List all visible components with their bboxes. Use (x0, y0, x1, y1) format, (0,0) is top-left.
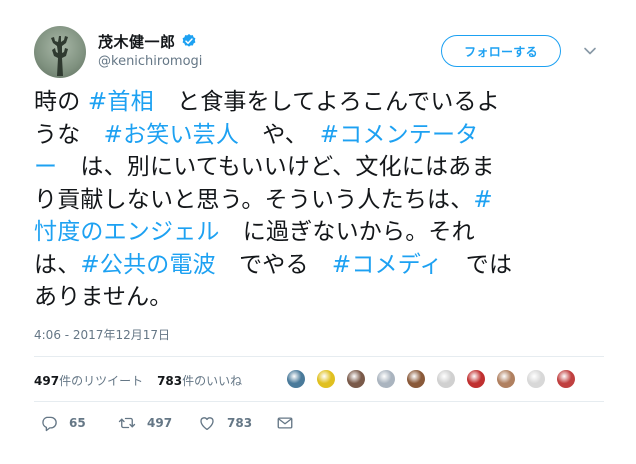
liker-avatar[interactable] (496, 369, 516, 389)
retweet-count: 497 (147, 416, 173, 430)
display-name[interactable]: 茂木健一郎 (98, 31, 176, 52)
tweet-text-line: ー は、別にいてもいいけど、文化にはあま (34, 151, 604, 184)
retweets-stat-label: 件のリツイート (59, 374, 144, 388)
tweet-text-segment: ありません。 (34, 284, 173, 310)
tweet-text-segment: り貢献しないと思う。そういう人たちは、 (34, 186, 474, 213)
direct-message-button[interactable] (276, 414, 294, 432)
heart-icon (200, 417, 214, 431)
tweet-text-segment: うな (34, 121, 104, 148)
retweet-button[interactable]: 497 (118, 414, 198, 432)
liker-avatar[interactable] (376, 369, 396, 389)
hashtag-link[interactable]: #公共の電波 (80, 252, 215, 278)
liker-avatar[interactable] (436, 369, 456, 389)
like-count: 783 (227, 416, 253, 430)
liker-avatars (286, 369, 586, 389)
retweets-stat-count: 497 (34, 374, 60, 388)
divider-top (34, 356, 604, 357)
tweet-text-line: ありません。 (34, 281, 604, 314)
liker-avatar[interactable] (346, 369, 366, 389)
like-button[interactable]: 783 (198, 414, 276, 432)
user-handle[interactable]: @kenichiromogi (98, 54, 202, 69)
tweet-text-line: り貢献しないと思う。そういう人たちは、# (34, 184, 604, 217)
name-row: 茂木健一郎 (98, 31, 197, 51)
tweet-text-segment: と食事をしてよろこんでいるよ (153, 89, 500, 115)
retweet-icon (118, 417, 136, 429)
liker-avatar[interactable] (406, 369, 426, 389)
liker-avatar[interactable] (526, 369, 546, 389)
hashtag-link[interactable]: 忖度のエンジェル (34, 219, 220, 245)
tweet-text-segment: に過ぎないから。それ (219, 219, 475, 245)
tweet-text-segment: は、 (34, 251, 81, 278)
tweet-text-segment: や、 (239, 121, 320, 148)
retweets-stat[interactable]: 497件のリツイート (34, 372, 143, 389)
likes-stat-label: 件のいいね (182, 374, 243, 388)
tweet-timestamp[interactable]: 4:06 - 2017年12月17日 (34, 326, 170, 343)
hashtag-link[interactable]: #コメディ (332, 252, 443, 278)
likes-stat-count: 783 (157, 374, 183, 388)
hashtag-link[interactable]: #お笑い芸人 (104, 122, 239, 148)
tweet-text-segment: 時の (34, 89, 88, 115)
hashtag-link[interactable]: #コメンテータ (320, 122, 479, 148)
liker-avatar[interactable] (316, 369, 336, 389)
tweet-text-segment: は、別にいてもいいけど、文化にはあま (57, 154, 495, 180)
reply-icon (42, 416, 57, 432)
liker-avatar[interactable] (556, 369, 576, 389)
user-avatar[interactable] (34, 26, 86, 78)
hashtag-link[interactable]: ー (34, 154, 57, 180)
tweet-text-line: 時の #首相 と食事をしてよろこんでいるよ (34, 86, 604, 119)
tweet-text-segment: でやる (215, 251, 332, 278)
tweet-text-line: うな #お笑い芸人 や、 #コメンテータ (34, 119, 604, 152)
verified-badge-icon (182, 34, 195, 47)
tweet-text-line: 忖度のエンジェル に過ぎないから。それ (34, 216, 604, 249)
likes-stat[interactable]: 783件のいいね (157, 372, 242, 389)
tweet-card: 茂木健一郎 @kenichiromogi フォローする 時の #首相 と食事をし… (0, 0, 636, 464)
reply-count: 65 (69, 416, 86, 430)
hashtag-link[interactable]: #首相 (88, 89, 154, 115)
envelope-icon (277, 417, 293, 429)
chevron-down-icon[interactable] (583, 44, 597, 58)
tweet-text-segment: では (442, 251, 513, 278)
liker-avatar[interactable] (466, 369, 486, 389)
liker-avatar[interactable] (286, 369, 306, 389)
tweet-actions: 65 497 783 (40, 414, 294, 432)
reply-button[interactable]: 65 (40, 414, 118, 432)
divider-bottom (34, 401, 604, 402)
tweet-text-line: は、#公共の電波 でやる #コメディ では (34, 249, 604, 282)
hashtag-link[interactable]: # (473, 187, 492, 213)
antler-figure-icon (51, 36, 68, 76)
tweet-text: 時の #首相 と食事をしてよろこんでいるよ うな #お笑い芸人 や、 #コメンテー… (34, 86, 604, 314)
follow-button[interactable]: フォローする (441, 35, 561, 67)
engagement-stats: 497件のリツイート 783件のいいね (34, 372, 256, 389)
